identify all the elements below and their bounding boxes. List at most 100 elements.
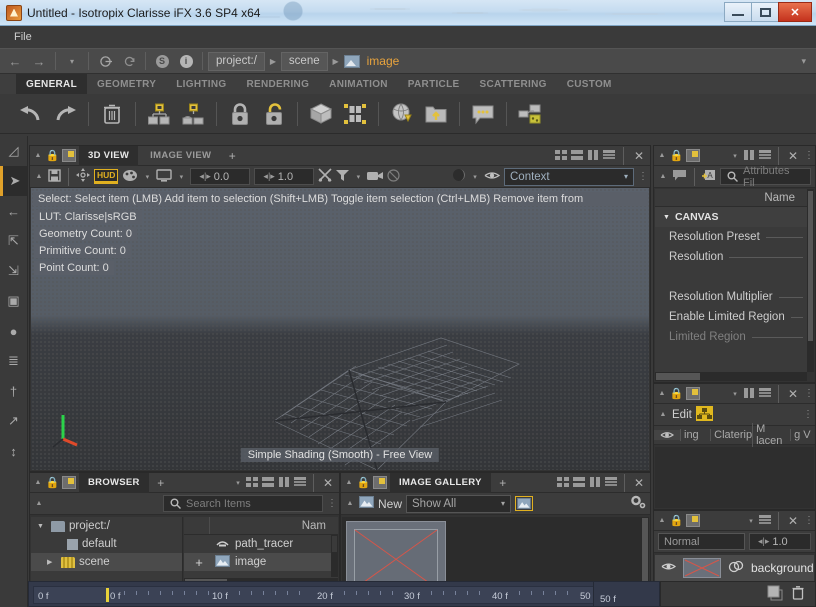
forward-button[interactable]: → <box>28 51 50 71</box>
monitor-icon[interactable] <box>156 169 172 185</box>
minimize-button[interactable] <box>724 2 752 22</box>
edit-column-2[interactable]: M lacen <box>752 423 790 447</box>
chevron-down-icon[interactable]: ▼ <box>37 523 47 530</box>
eye-icon[interactable] <box>484 170 500 184</box>
blend-mode-field[interactable]: Normal <box>658 533 745 550</box>
list-item-path-tracer[interactable]: path_tracer <box>184 535 338 553</box>
attributes-search-input[interactable]: Attributes Fil <box>720 168 811 185</box>
distribute-tool[interactable]: ↕ <box>0 436 27 466</box>
mirror-tool[interactable]: ↗ <box>0 406 27 436</box>
panel-menu-caret-icon[interactable]: ▾ <box>730 152 740 160</box>
collapse-caret-icon[interactable]: ▲ <box>658 411 668 418</box>
monitor-caret-icon[interactable]: ▾ <box>176 173 186 181</box>
browser-list-vscrollbar[interactable] <box>331 535 338 577</box>
tab-3d-view[interactable]: 3D VIEW <box>79 146 138 166</box>
breadcrumb-scene[interactable]: scene <box>281 52 328 71</box>
breadcrumb-chevron-icon[interactable]: ▶ <box>267 57 279 66</box>
layout-columns-icon[interactable] <box>743 388 756 400</box>
edit-column-3[interactable]: g V <box>790 429 815 441</box>
export-icon[interactable] <box>686 149 700 162</box>
new-image-button[interactable]: New <box>378 497 402 511</box>
close-panel-button[interactable]: ✕ <box>785 149 801 163</box>
scatter-icon[interactable] <box>338 98 372 130</box>
unlock-button[interactable] <box>257 98 291 130</box>
export-icon[interactable] <box>62 476 76 489</box>
layout-rows-icon[interactable] <box>571 150 584 162</box>
attributes-list[interactable]: Name ▼ CANVAS Resolution Preset Resoluti… <box>655 189 807 372</box>
tree-item-scene[interactable]: ▶ scene <box>31 553 182 571</box>
layout-rows-icon[interactable] <box>573 477 586 489</box>
breadcrumb-chevron-icon[interactable]: ▶ <box>330 57 342 66</box>
collapse-caret-icon[interactable]: ▲ <box>658 173 668 180</box>
exposure-spinner-icon[interactable]: ◂|▸ <box>196 171 213 182</box>
layer-visibility-eye-icon[interactable] <box>661 561 676 575</box>
gallery-vscrollbar[interactable] <box>641 517 649 587</box>
snapshot-icon[interactable] <box>515 496 533 511</box>
layout-stack-icon[interactable] <box>759 388 772 400</box>
layout-stack-icon[interactable] <box>759 515 772 527</box>
attribute-group-canvas[interactable]: ▼ CANVAS <box>655 207 807 227</box>
palette-caret-icon[interactable]: ▾ <box>142 173 152 181</box>
lock-button[interactable] <box>223 98 257 130</box>
layers-options-menu[interactable]: ⋮ <box>804 517 812 524</box>
nav-overflow-caret-icon[interactable]: ▾ <box>801 56 812 67</box>
tab-rendering[interactable]: RENDERING <box>236 74 319 94</box>
refresh-icon[interactable] <box>118 51 140 71</box>
add-tab-button[interactable]: + <box>223 149 241 163</box>
collapse-caret-icon[interactable]: ▲ <box>33 152 43 159</box>
menu-item-file[interactable]: File <box>14 31 32 43</box>
attributes-vscrollbar[interactable] <box>807 189 814 372</box>
tab-image-gallery[interactable]: IMAGE GALLERY <box>390 473 491 493</box>
browser-options-menu[interactable]: ⋮ <box>327 500 335 507</box>
scale-tool[interactable]: ⇱ <box>0 226 27 256</box>
export-icon[interactable] <box>686 514 700 527</box>
group-items-button[interactable] <box>142 98 176 130</box>
layout-stack-icon[interactable] <box>759 150 772 162</box>
layout-columns-icon[interactable] <box>587 150 600 162</box>
timeline-track[interactable]: 0 f 0 f 10 f 20 f 30 f 40 f 50 f <box>33 586 655 604</box>
layout-columns-icon[interactable] <box>278 477 291 489</box>
tab-image-view[interactable]: IMAGE VIEW <box>141 146 220 166</box>
delete-button[interactable] <box>95 98 129 130</box>
eye-icon[interactable] <box>654 430 680 440</box>
tree-item-default[interactable]: default <box>31 535 182 553</box>
navigate-icon[interactable] <box>76 168 90 185</box>
viewport-3d-scene[interactable]: Select: Select item (LMB) Add item to se… <box>31 188 649 470</box>
collapse-caret-icon[interactable]: ▲ <box>34 500 44 507</box>
exposure-field[interactable]: ◂|▸ 0.0 <box>190 168 250 185</box>
panel-menu-caret-icon[interactable]: ▾ <box>746 517 756 525</box>
shading-caret-icon[interactable]: ▾ <box>470 173 480 181</box>
edit-list-body[interactable] <box>655 447 814 508</box>
pivot-tool[interactable]: ● <box>0 316 27 346</box>
cube-icon[interactable] <box>304 98 338 130</box>
add-tab-button[interactable]: + <box>494 476 512 490</box>
collapse-caret-icon[interactable]: ▲ <box>657 152 667 159</box>
attribute-row[interactable]: Resolution Multiplier <box>655 287 807 307</box>
info-icon[interactable]: i <box>175 51 197 71</box>
lock-icon[interactable]: 🔒 <box>670 514 683 528</box>
gamma-field[interactable]: ◂|▸ 1.0 <box>254 168 314 185</box>
tab-lighting[interactable]: LIGHTING <box>166 74 236 94</box>
tab-animation[interactable]: ANIMATION <box>319 74 398 94</box>
timeline[interactable]: 0 f 0 f 10 f 20 f 30 f 40 f 50 f <box>28 581 660 607</box>
palette-icon[interactable] <box>122 169 138 185</box>
attributes-hscrollbar[interactable] <box>655 372 807 381</box>
layout-grid-icon[interactable] <box>246 477 259 489</box>
redo-button[interactable] <box>48 98 82 130</box>
edit-column-1[interactable]: Claterip <box>710 429 752 441</box>
edit-column-0[interactable]: ing <box>680 429 710 441</box>
axis-tool[interactable]: † <box>0 376 27 406</box>
panel-menu-caret-icon[interactable]: ▾ <box>233 479 243 487</box>
snap-tool[interactable]: ▣ <box>0 286 27 316</box>
breadcrumb-project[interactable]: project:/ <box>208 52 265 71</box>
chevron-right-icon[interactable]: ▶ <box>47 558 57 566</box>
collapse-caret-icon[interactable]: ▲ <box>657 517 667 524</box>
collapse-caret-icon[interactable]: ▲ <box>33 479 43 486</box>
comment-bubble-icon[interactable] <box>672 169 687 184</box>
viewport-canvas[interactable]: Select: Select item (LMB) Add item to se… <box>31 188 649 470</box>
close-panel-button[interactable]: ✕ <box>785 514 801 528</box>
export-icon[interactable] <box>373 476 387 489</box>
measure-tool[interactable]: ◿ <box>0 136 27 166</box>
align-list-tool[interactable]: ≣ <box>0 346 27 376</box>
lock-icon[interactable]: 🔒 <box>46 149 59 163</box>
